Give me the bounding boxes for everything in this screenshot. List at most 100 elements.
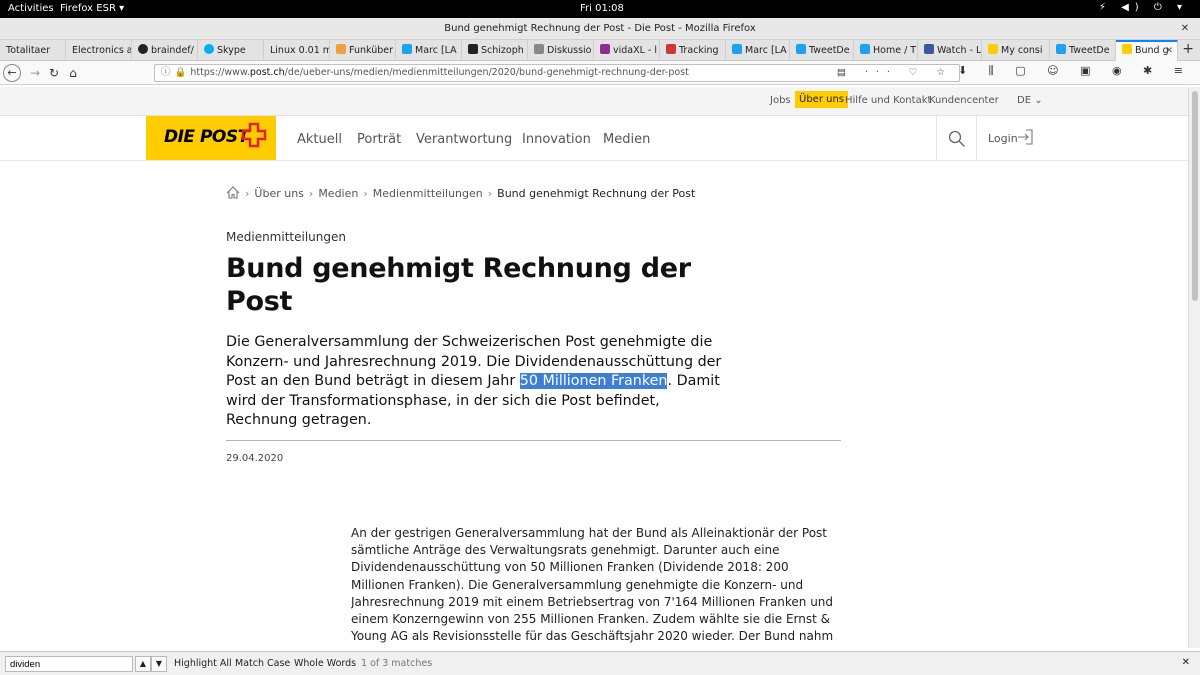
tab[interactable]: Watch - L (918, 40, 982, 61)
page-scrollbar[interactable] (1188, 87, 1200, 648)
breadcrumb-item[interactable]: Über uns (254, 187, 304, 200)
package-icon (666, 44, 676, 54)
clock[interactable]: Fri 01:08 (580, 3, 624, 14)
login-link[interactable]: Login (988, 132, 1018, 145)
toolbar-icons[interactable]: ⬇ ⫼ ▢ ☺ ▣ ◉ ✱ ≡ (958, 64, 1192, 78)
article-lead: Die Generalversammlung der Schweizerisch… (226, 334, 722, 428)
article-category: Medienmitteilungen (226, 230, 346, 244)
highlight-all-toggle[interactable]: Highlight All (174, 658, 232, 669)
util-link-ueber-uns[interactable]: Über uns (795, 91, 848, 108)
chevron-right-icon: › (487, 187, 493, 200)
tab[interactable]: Linux 0.01 m (264, 40, 330, 61)
tab[interactable]: Funküber (330, 40, 396, 61)
window-close-icon[interactable]: ✕ (1178, 22, 1192, 36)
page-actions[interactable]: ▤ ··· ♡ ☆ (837, 65, 953, 81)
article-body: An der gestrigen Generalversammlung hat … (351, 526, 834, 647)
reload-button[interactable]: ↻ (45, 64, 63, 82)
tab[interactable]: Schizoph (462, 40, 528, 61)
twitter-icon (732, 44, 742, 54)
article-date: 29.04.2020 (226, 453, 284, 464)
find-input[interactable] (5, 656, 133, 672)
tab[interactable]: TweetDe (790, 40, 854, 61)
wikipedia-icon (534, 44, 544, 54)
home-button[interactable]: ⌂ (64, 64, 82, 82)
scrollbar-thumb[interactable] (1192, 91, 1198, 301)
new-tab-button[interactable]: + (1182, 41, 1194, 57)
logo-text: DIE POST (164, 127, 249, 147)
nav-verantwortung[interactable]: Verantwortung (416, 132, 512, 147)
site-header: DIE POST Aktuell Porträt Verantwortung I… (0, 116, 1188, 161)
find-highlight: 50 Millionen Franken (519, 373, 668, 389)
find-bar: ▲ ▼ Highlight All Match Case Whole Words… (0, 651, 1200, 675)
tab[interactable]: Marc [LA (396, 40, 462, 61)
lock-icon[interactable]: 🔒 (175, 67, 187, 78)
chevron-right-icon: › (363, 187, 368, 200)
facebook-icon (924, 44, 934, 54)
nav-innovation[interactable]: Innovation (522, 132, 591, 147)
tab[interactable]: Electronics a (66, 40, 132, 61)
tab[interactable]: My consi (982, 40, 1050, 61)
tab[interactable]: Marc [LA (726, 40, 790, 61)
nav-portraet[interactable]: Porträt (357, 132, 401, 147)
chevron-right-icon: › (308, 187, 314, 200)
star-icon (468, 44, 478, 54)
tab-close-icon[interactable]: ✕ (1165, 42, 1173, 60)
url-bar[interactable]: ⓘ 🔒 https://www.post.ch/de/ueber-uns/medie… (154, 64, 960, 82)
util-link-kundencenter[interactable]: Kundencenter (929, 95, 999, 106)
window-title: Bund genehmigt Rechnung der Post - Die P… (444, 23, 756, 34)
swiss-cross-icon (241, 122, 267, 148)
divider (226, 440, 841, 441)
tab-active[interactable]: Bund g ✕ (1116, 40, 1178, 61)
bookmark-icon (336, 44, 346, 54)
tweetdeck-icon (1056, 44, 1066, 54)
forward-button[interactable]: → (26, 64, 44, 82)
divider (976, 116, 977, 160)
twitter-icon (860, 44, 870, 54)
tab[interactable]: Diskussio (528, 40, 594, 61)
twitter-icon (402, 44, 412, 54)
window-titlebar: Bund genehmigt Rechnung der Post - Die P… (0, 18, 1200, 40)
divider (936, 116, 937, 160)
activities-button[interactable]: Activities (8, 3, 54, 14)
skype-icon (204, 44, 214, 54)
back-button[interactable]: ← (3, 64, 21, 82)
info-icon[interactable]: ⓘ (161, 67, 171, 78)
page-title: Bund genehmigt Rechnung der Post (226, 253, 691, 317)
login-icon[interactable] (1017, 129, 1033, 145)
search-icon[interactable] (948, 130, 966, 148)
post-icon (988, 44, 998, 54)
navigation-toolbar: ← → ↻ ⌂ ⓘ 🔒 https://www.post.ch/de/ueber-u… (0, 61, 1200, 85)
breadcrumb-item[interactable]: Medien (318, 187, 358, 200)
util-link-jobs[interactable]: Jobs (770, 95, 791, 106)
vidaxl-icon (600, 44, 610, 54)
chevron-right-icon: › (245, 187, 250, 200)
find-close-icon[interactable]: ✕ (1182, 657, 1190, 668)
tab[interactable]: TweetDe (1050, 40, 1116, 61)
whole-words-toggle[interactable]: Whole Words (294, 658, 356, 669)
github-icon (138, 44, 148, 54)
post-logo[interactable]: DIE POST (146, 116, 276, 160)
find-next-button[interactable]: ▼ (151, 656, 167, 672)
tab[interactable]: Totalitaer (0, 40, 66, 61)
breadcrumb-item[interactable]: Medienmitteilungen (373, 187, 483, 200)
app-menu[interactable]: Firefox ESR ▾ (60, 3, 124, 14)
breadcrumb-current: Bund genehmigt Rechnung der Post (497, 187, 696, 200)
nav-aktuell[interactable]: Aktuell (297, 132, 342, 147)
language-selector[interactable]: DE ⌄ (1017, 95, 1043, 106)
site-utility-bar: Jobs Über uns Hilfe und Kontakt Kundence… (0, 87, 1188, 116)
tab[interactable]: braindef/ (132, 40, 198, 61)
match-case-toggle[interactable]: Match Case (235, 658, 290, 669)
match-count: 1 of 3 matches (361, 658, 433, 669)
system-tray[interactable]: ⚡ ◀) ⏻ ▾ (1099, 2, 1188, 13)
nav-medien[interactable]: Medien (603, 132, 650, 147)
system-top-bar: Activities Firefox ESR ▾ Fri 01:08 ⚡ ◀) … (0, 0, 1200, 18)
breadcrumb: › Über uns › Medien › Medienmitteilungen › Bund… (226, 186, 695, 200)
tab[interactable]: Home / T (854, 40, 918, 61)
home-icon[interactable] (226, 186, 240, 199)
tab[interactable]: Tracking (660, 40, 726, 61)
find-previous-button[interactable]: ▲ (135, 656, 151, 672)
tab[interactable]: vidaXL - l (594, 40, 660, 61)
tweetdeck-icon (796, 44, 806, 54)
tab[interactable]: Skype (198, 40, 264, 61)
util-link-hilfe[interactable]: Hilfe und Kontakt (845, 95, 931, 106)
